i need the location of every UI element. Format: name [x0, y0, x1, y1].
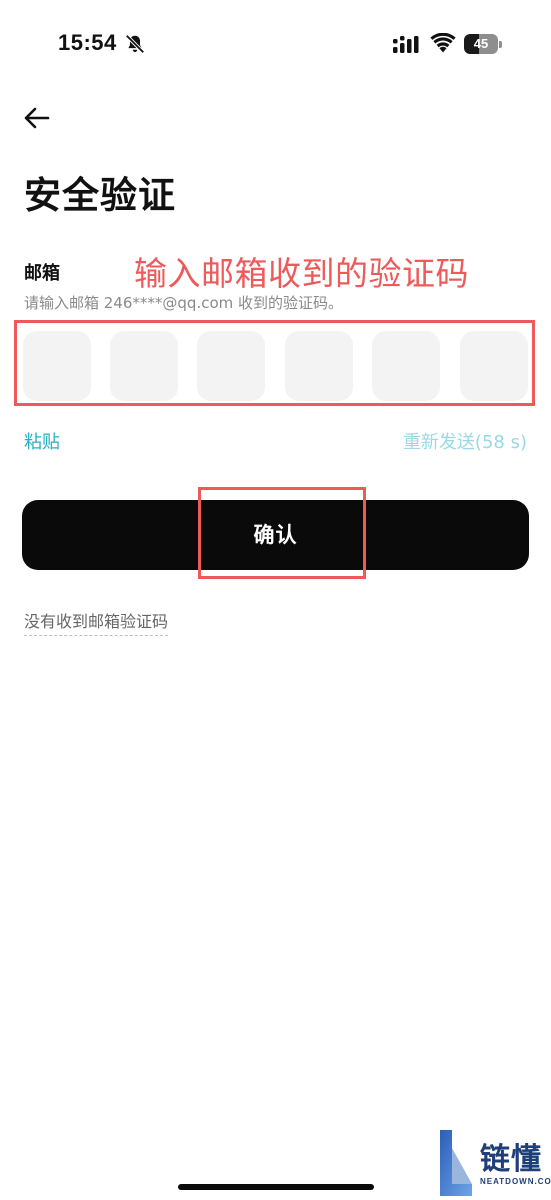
- paste-button[interactable]: 粘贴: [24, 428, 60, 454]
- page-title: 安全验证: [24, 174, 176, 217]
- cellular-signal-icon: [393, 36, 419, 53]
- watermark-cn-text: 链懂: [480, 1142, 542, 1177]
- back-arrow-icon[interactable]: [22, 104, 52, 132]
- verification-hint: 请输入邮箱 246****@qq.com 收到的验证码。: [24, 294, 344, 312]
- home-indicator: [178, 1184, 374, 1190]
- bell-off-icon: [125, 34, 145, 54]
- annotation-label: 输入邮箱收到的验证码: [134, 254, 469, 293]
- resend-button: 重新发送(58 s): [402, 432, 527, 453]
- wifi-icon: [430, 33, 456, 53]
- email-field-label: 邮箱: [24, 263, 60, 284]
- no-code-received-link[interactable]: 没有收到邮箱验证码: [24, 608, 169, 636]
- status-time: 15:54: [58, 30, 117, 55]
- confirm-annotation-box: [198, 487, 366, 579]
- code-annotation-box: [14, 320, 535, 406]
- watermark-logo: 链懂 NEATDOWN.COM: [436, 1128, 551, 1198]
- battery-icon: 45: [464, 34, 504, 54]
- watermark-en-text: NEATDOWN.COM: [480, 1177, 551, 1186]
- watermark-l-icon: [440, 1130, 472, 1196]
- battery-level: 45: [473, 36, 489, 51]
